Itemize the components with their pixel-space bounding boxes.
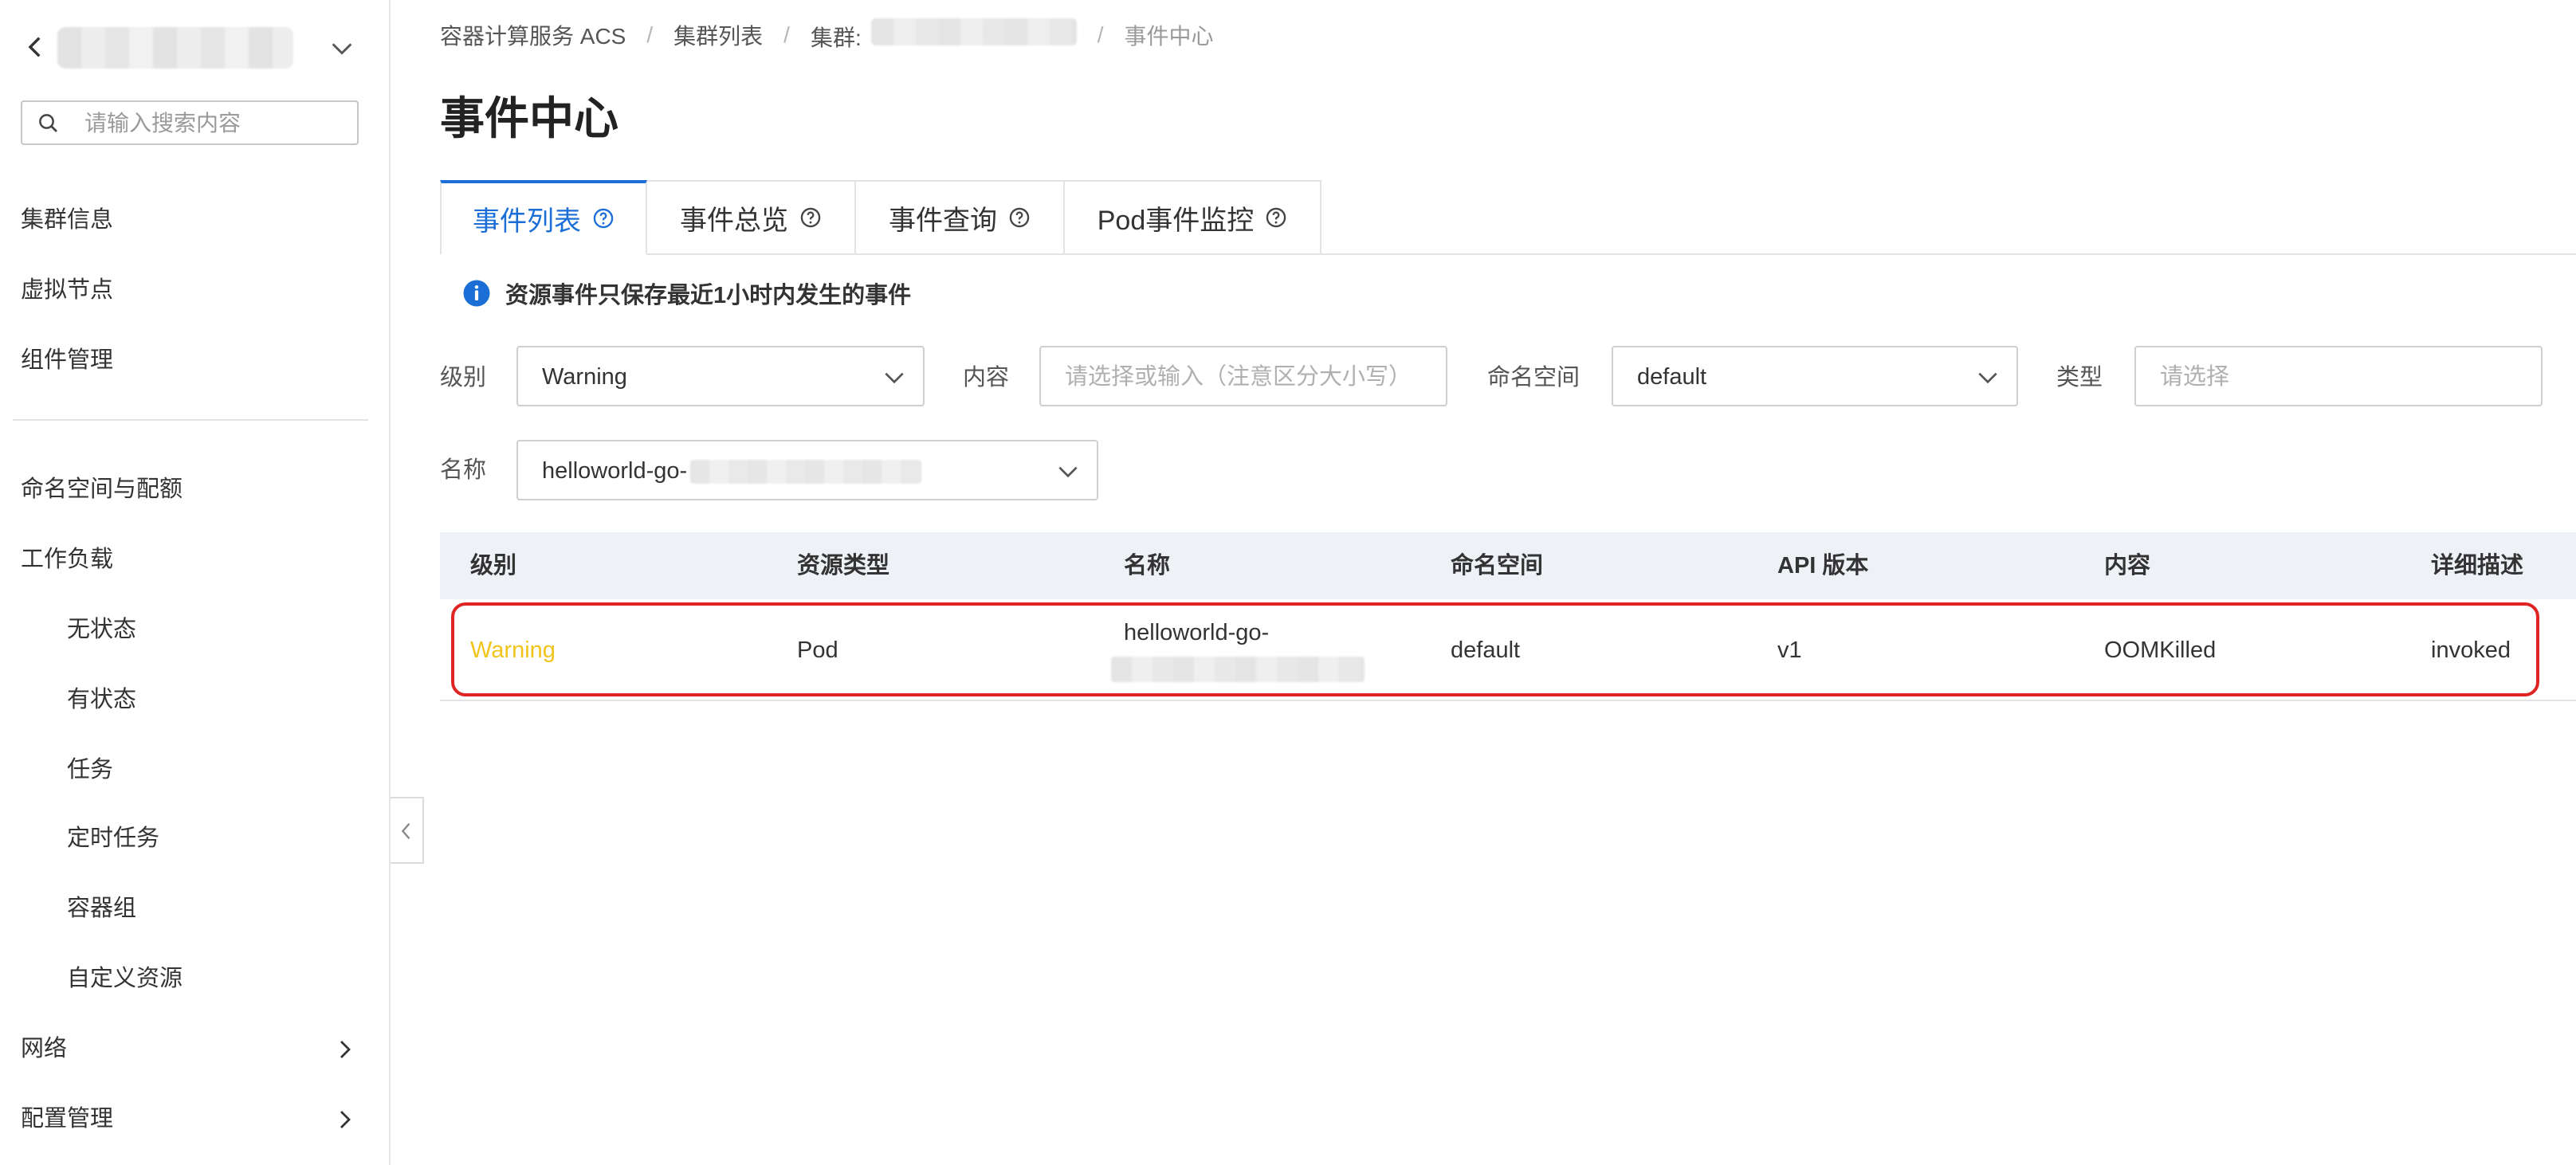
page-title: 事件中心 [440,93,618,143]
tab-bar: 事件列表 事件总览 事件查询 Pod事件监控 [440,180,1321,255]
help-icon[interactable] [799,206,822,229]
sidebar-item-cronjobs[interactable]: 定时任务 [67,822,159,854]
column-header-api-version: API 版本 [1777,553,1869,579]
cell-name-text: helloworld-go- [1124,620,1270,645]
sidebar-item-workloads[interactable]: 工作负载 [21,543,113,575]
breadcrumb-service[interactable]: 容器计算服务 ACS [440,19,626,51]
column-header-namespace: 命名空间 [1451,553,1544,579]
sidebar-item-virtual-node[interactable]: 虚拟节点 [21,274,113,306]
cell-level: Warning [470,637,556,663]
breadcrumb-separator: / [783,22,790,47]
tab-event-list[interactable]: 事件列表 [440,180,647,255]
sidebar-item-custom-resources[interactable]: 自定义资源 [67,963,183,994]
sidebar-search [21,100,359,145]
tab-event-overview[interactable]: 事件总览 [647,180,856,255]
filter-level-select[interactable]: Warning [516,346,925,406]
tab-pod-event-monitor[interactable]: Pod事件监控 [1065,180,1321,255]
chevron-down-icon [1058,466,1078,478]
cell-detail: invoked [2431,637,2511,663]
cell-name: helloworld-go- [1111,617,1365,682]
cell-resource-type: Pod [797,637,838,663]
cluster-name-redacted [57,27,293,69]
sidebar-item-components[interactable]: 组件管理 [21,344,113,376]
cell-namespace: default [1451,637,1521,663]
filter-name-label: 名称 [440,457,487,483]
name-suffix-redacted [690,460,922,484]
name-suffix-redacted [1111,657,1365,682]
table-row[interactable]: Warning Pod helloworld-go- default v1 OO… [440,599,2576,701]
breadcrumb-current: 事件中心 [1124,24,1214,49]
sidebar-item-config[interactable]: 配置管理 [21,1103,113,1135]
chevron-down-icon [1978,372,1997,384]
info-icon [463,280,490,307]
filter-type-placeholder: 请选择 [2160,364,2230,390]
sidebar-item-pods[interactable]: 容器组 [67,892,136,924]
sidebar-search-input[interactable] [84,108,348,139]
back-arrow-icon[interactable] [22,33,49,61]
table-header: 级别 资源类型 名称 命名空间 API 版本 内容 详细描述 [440,532,2576,599]
filter-level-value: Warning [542,364,627,390]
filter-type-select[interactable]: 请选择 [2134,346,2543,406]
tab-label: Pod事件监控 [1097,205,1255,236]
breadcrumb: 容器计算服务 ACS / 集群列表 / 集群: / 事件中心 [440,18,1214,53]
sidebar-divider [13,419,368,421]
cluster-name-redacted [870,18,1077,45]
tab-bar-divider [646,253,2576,255]
chevron-right-icon[interactable] [333,1108,357,1132]
help-icon[interactable] [1008,206,1031,229]
sidebar-header [0,19,391,76]
search-icon [39,114,57,132]
breadcrumb-separator: / [646,22,654,47]
cell-api-version: v1 [1777,637,1802,663]
sidebar-item-statefulsets[interactable]: 有状态 [67,684,136,716]
column-header-name: 名称 [1124,553,1171,579]
chevron-down-icon[interactable] [328,35,355,62]
filter-type-label: 类型 [2056,365,2103,390]
tab-label: 事件总览 [680,205,788,236]
column-header-level: 级别 [470,553,517,579]
help-icon[interactable] [592,207,615,229]
info-notice-text: 资源事件只保存最近1小时内发生的事件 [505,283,912,308]
filter-namespace-value: default [1637,364,1707,390]
tab-event-query[interactable]: 事件查询 [856,180,1065,255]
sidebar-item-deployments[interactable]: 无状态 [67,614,136,645]
sidebar-item-network[interactable]: 网络 [21,1033,67,1065]
tab-label: 事件列表 [473,206,581,237]
filter-content-label: 内容 [963,365,1010,390]
column-header-content: 内容 [2104,553,2151,579]
sidebar-item-cluster-info[interactable]: 集群信息 [21,204,113,236]
sidebar-item-jobs[interactable]: 任务 [67,754,113,786]
chevron-left-icon [401,822,410,840]
sidebar-item-namespace-quota[interactable]: 命名空间与配额 [21,473,183,505]
breadcrumb-cluster-list[interactable]: 集群列表 [673,19,763,51]
breadcrumb-cluster-prefix: 集群: [810,25,862,50]
filter-content-placeholder: 请选择或输入（注意区分大小写） [1065,364,1412,390]
breadcrumb-separator: / [1097,22,1104,47]
filter-content-input[interactable]: 请选择或输入（注意区分大小写） [1039,346,1447,406]
filter-name-select[interactable]: helloworld-go- [516,440,1098,500]
chevron-down-icon [885,372,904,384]
column-header-resource-type: 资源类型 [797,553,890,579]
help-icon[interactable] [1265,206,1287,229]
column-header-detail: 详细描述 [2431,553,2524,579]
filter-namespace-select[interactable]: default [1612,346,2018,406]
filter-name-value: helloworld-go- [542,456,922,486]
sidebar-collapse-button[interactable] [391,797,424,864]
filter-name-text: helloworld-go- [542,458,688,484]
sidebar: 集群信息 虚拟节点 组件管理 命名空间与配额 工作负载 无状态 有状态 任务 定… [0,0,391,1165]
filter-level-label: 级别 [440,365,487,390]
chevron-right-icon[interactable] [333,1038,357,1061]
cell-content: OOMKilled [2104,637,2217,663]
filter-namespace-label: 命名空间 [1487,365,1581,390]
tab-label: 事件查询 [889,205,997,236]
breadcrumb-cluster[interactable]: 集群: [811,18,1077,53]
info-notice: 资源事件只保存最近1小时内发生的事件 [462,277,911,309]
